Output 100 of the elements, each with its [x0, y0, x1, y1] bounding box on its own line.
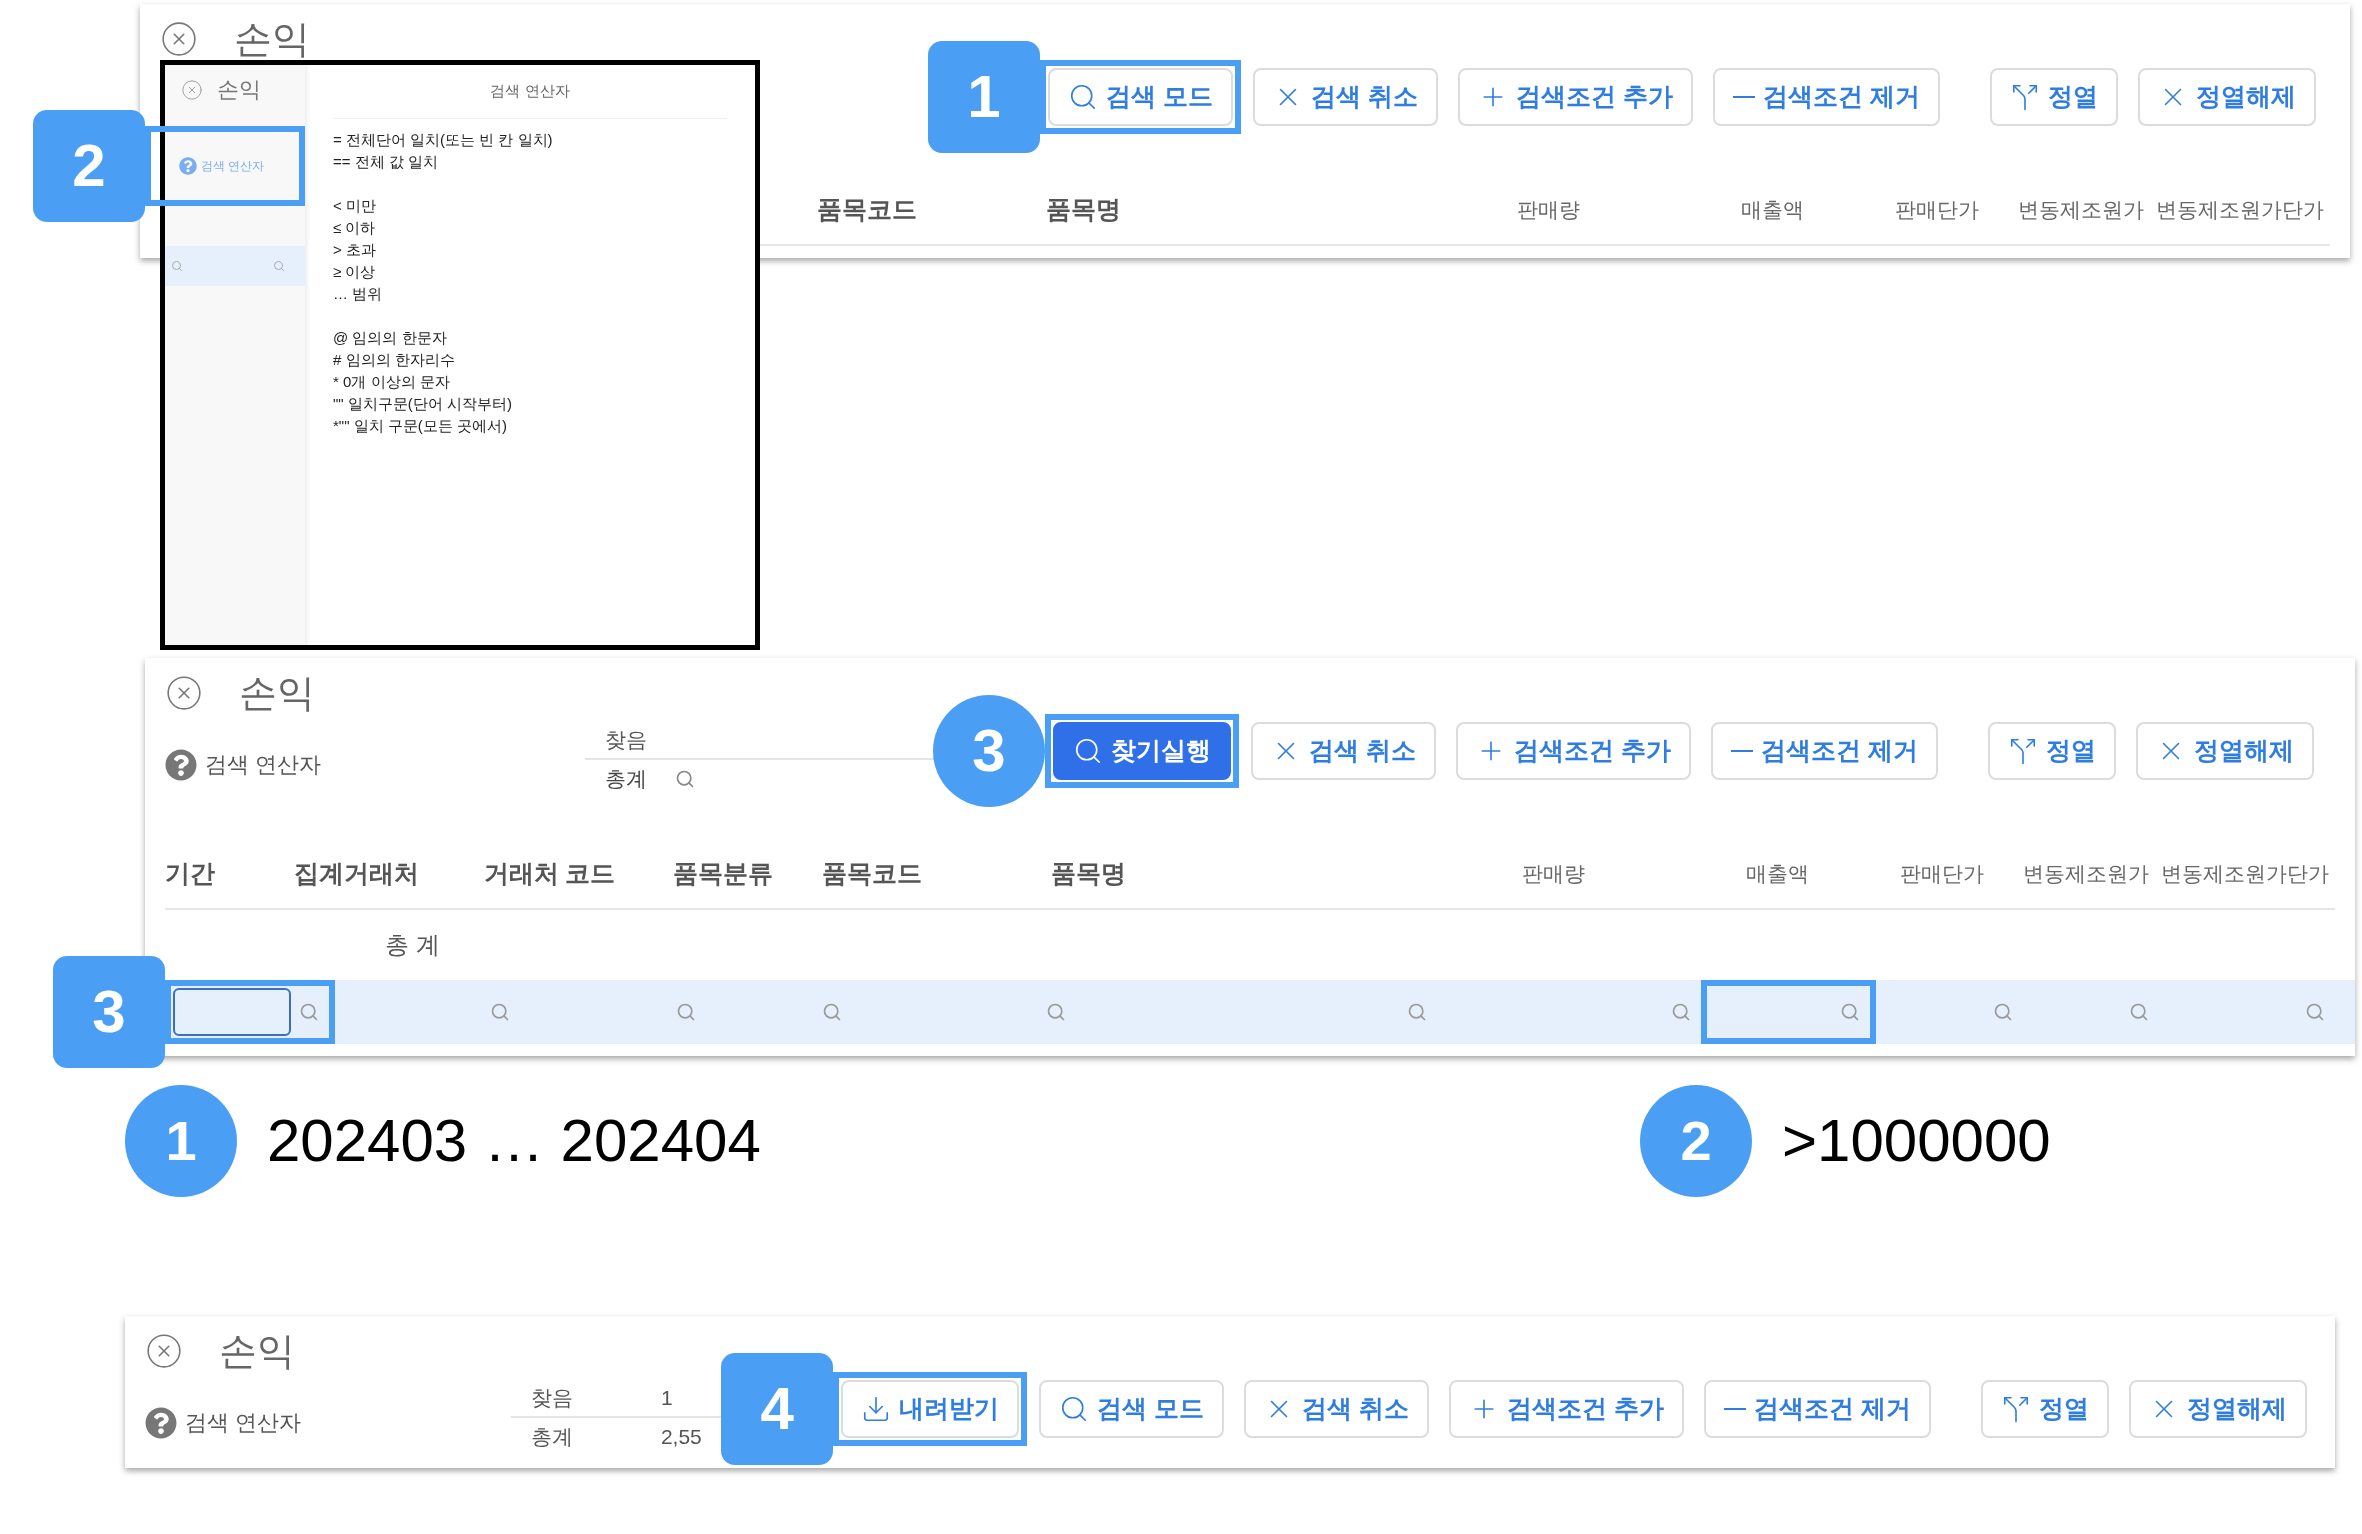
total-row-label: 총 계 — [385, 930, 440, 960]
search-icon[interactable] — [490, 1002, 511, 1022]
column-header: 판매량 — [1517, 197, 1581, 224]
cancel-button[interactable]: 검색 취소 — [1251, 722, 1436, 780]
sort-button[interactable]: 정열 — [1981, 1380, 2109, 1438]
search-icon[interactable] — [2305, 1002, 2325, 1022]
search-icon[interactable] — [1670, 1002, 1691, 1022]
column-header: 거래처 코드 — [483, 858, 616, 890]
search-icon[interactable] — [1046, 1002, 1067, 1022]
column-header: 판매량 — [1522, 861, 1586, 888]
operator-description: < 미만 — [333, 196, 377, 216]
unsort-button[interactable]: 정열해제 — [2137, 68, 2316, 126]
minus-icon — [1724, 1408, 1747, 1410]
operator-help-link[interactable]: 검색 연산자 — [205, 748, 322, 781]
column-header: 판매단가 — [1899, 861, 1984, 888]
column-header: 매출액 — [1746, 861, 1810, 888]
operator-description: == 전체 값 일치 — [333, 152, 440, 172]
close-icon[interactable] — [181, 78, 203, 101]
operator-description: *"" 일치 구문(모든 곳에서) — [333, 416, 508, 436]
search-icon[interactable] — [675, 1002, 696, 1022]
column-header: 품목코드 — [816, 194, 917, 226]
callout-badge: 4 — [721, 1353, 834, 1465]
panel-title: 손익 — [234, 18, 310, 60]
search-icon[interactable] — [822, 1002, 843, 1022]
search-button[interactable]: 검색 모드 — [1039, 1380, 1225, 1438]
minus-icon — [1732, 96, 1755, 98]
column-header: 매출액 — [1741, 197, 1805, 224]
column-header: 품목명 — [1045, 194, 1121, 226]
search-icon[interactable] — [299, 1002, 319, 1022]
search-icon[interactable] — [2129, 1002, 2150, 1022]
operator-help-link[interactable]: 검색 연산자 — [185, 1406, 302, 1439]
search-icon[interactable] — [1992, 1002, 2013, 1022]
add-button[interactable]: 검색조건 추가 — [1457, 68, 1693, 126]
fork-icon — [2001, 1394, 2031, 1424]
operator-description: @ 임의의 한문자 — [333, 328, 448, 348]
stat-label: 찾음 — [530, 1385, 574, 1412]
close-icon[interactable] — [145, 1332, 183, 1370]
minus-icon — [1730, 750, 1753, 752]
search-icon — [1068, 82, 1098, 112]
column-header: 판매단가 — [1894, 197, 1979, 224]
remove-button[interactable]: 검색조건 제거 — [1712, 68, 1940, 126]
column-header: 품목명 — [1050, 858, 1126, 890]
search-icon[interactable] — [1407, 1002, 1428, 1022]
cancel-button[interactable]: 검색 취소 — [1252, 68, 1438, 126]
panel-title: 손익 — [239, 672, 315, 714]
cancel-button[interactable]: 검색 취소 — [1244, 1380, 1430, 1438]
remove-button[interactable]: 검색조건 제거 — [1710, 722, 1938, 780]
popup-title: 검색 연산자 — [490, 81, 570, 102]
stat-label: 총계 — [530, 1424, 574, 1451]
help-icon — [165, 748, 197, 781]
unsort-button[interactable]: 정열해제 — [2135, 722, 2314, 780]
close-icon[interactable] — [165, 674, 203, 712]
callout-badge: 3 — [53, 956, 165, 1068]
operator-description: > 초과 — [333, 240, 377, 260]
sort-button[interactable]: 정열 — [1987, 722, 2116, 780]
operator-description: * 0개 이상의 문자 — [333, 372, 451, 392]
stat-label: 찾음 — [605, 727, 648, 754]
operator-description: ≤ 이하 — [333, 218, 377, 238]
column-header: 변동제조원가 — [2023, 861, 2150, 888]
download-button[interactable]: 내려받기 — [841, 1380, 1020, 1438]
callout-badge: 3 — [933, 695, 1045, 807]
run-button[interactable]: 찾기실행 — [1053, 722, 1231, 780]
operator-description: = 전체단어 일치(또는 빈 칸 일치) — [333, 130, 554, 150]
stat-value: 1 — [660, 1385, 673, 1412]
operator-description: "" 일치구문(단어 시작부터) — [333, 394, 513, 414]
column-header: 기간 — [165, 858, 215, 890]
callout-badge: 2 — [33, 110, 145, 222]
column-header: 변동제조원가단가 — [2156, 197, 2325, 224]
operator-help-link[interactable]: 검색 연산자 — [201, 157, 265, 175]
panel-title: 손익 — [219, 1330, 295, 1372]
callout-badge: 2 — [1640, 1085, 1752, 1197]
column-header: 변동제조원가 — [2018, 197, 2145, 224]
operator-description: # 임의의 한자리수 — [333, 350, 456, 370]
search-icon — [1073, 736, 1103, 766]
search-icon[interactable] — [171, 260, 183, 272]
search-icon[interactable] — [1840, 1002, 1861, 1022]
help-icon — [179, 157, 197, 175]
callout-badge: 1 — [125, 1085, 237, 1197]
add-button[interactable]: 검색조건 추가 — [1455, 722, 1691, 780]
example-value: 202403 … 202404 — [267, 1106, 761, 1176]
remove-button[interactable]: 검색조건 제거 — [1704, 1380, 1931, 1438]
callout-badge: 1 — [928, 41, 1040, 153]
search-input-field[interactable] — [173, 988, 291, 1036]
search-icon[interactable] — [675, 769, 695, 789]
unsort-button[interactable]: 정열해제 — [2129, 1380, 2307, 1438]
panel-title: 손익 — [217, 76, 261, 104]
operator-description: … 범위 — [333, 284, 384, 304]
search-icon[interactable] — [273, 260, 285, 272]
column-header: 품목분류 — [672, 858, 773, 890]
column-header: 품목코드 — [821, 858, 922, 890]
search-button[interactable]: 검색 모드 — [1048, 68, 1233, 126]
stat-label: 총계 — [605, 766, 648, 793]
operator-description: ≥ 이상 — [333, 262, 377, 282]
column-header: 집계거래처 — [294, 858, 420, 890]
example-value: >1000000 — [1782, 1106, 2051, 1176]
sort-button[interactable]: 정열 — [1989, 68, 2118, 126]
add-button[interactable]: 검색조건 추가 — [1449, 1380, 1685, 1438]
help-icon — [145, 1406, 177, 1439]
close-icon[interactable] — [160, 20, 198, 58]
column-header: 변동제조원가단가 — [2161, 861, 2330, 888]
